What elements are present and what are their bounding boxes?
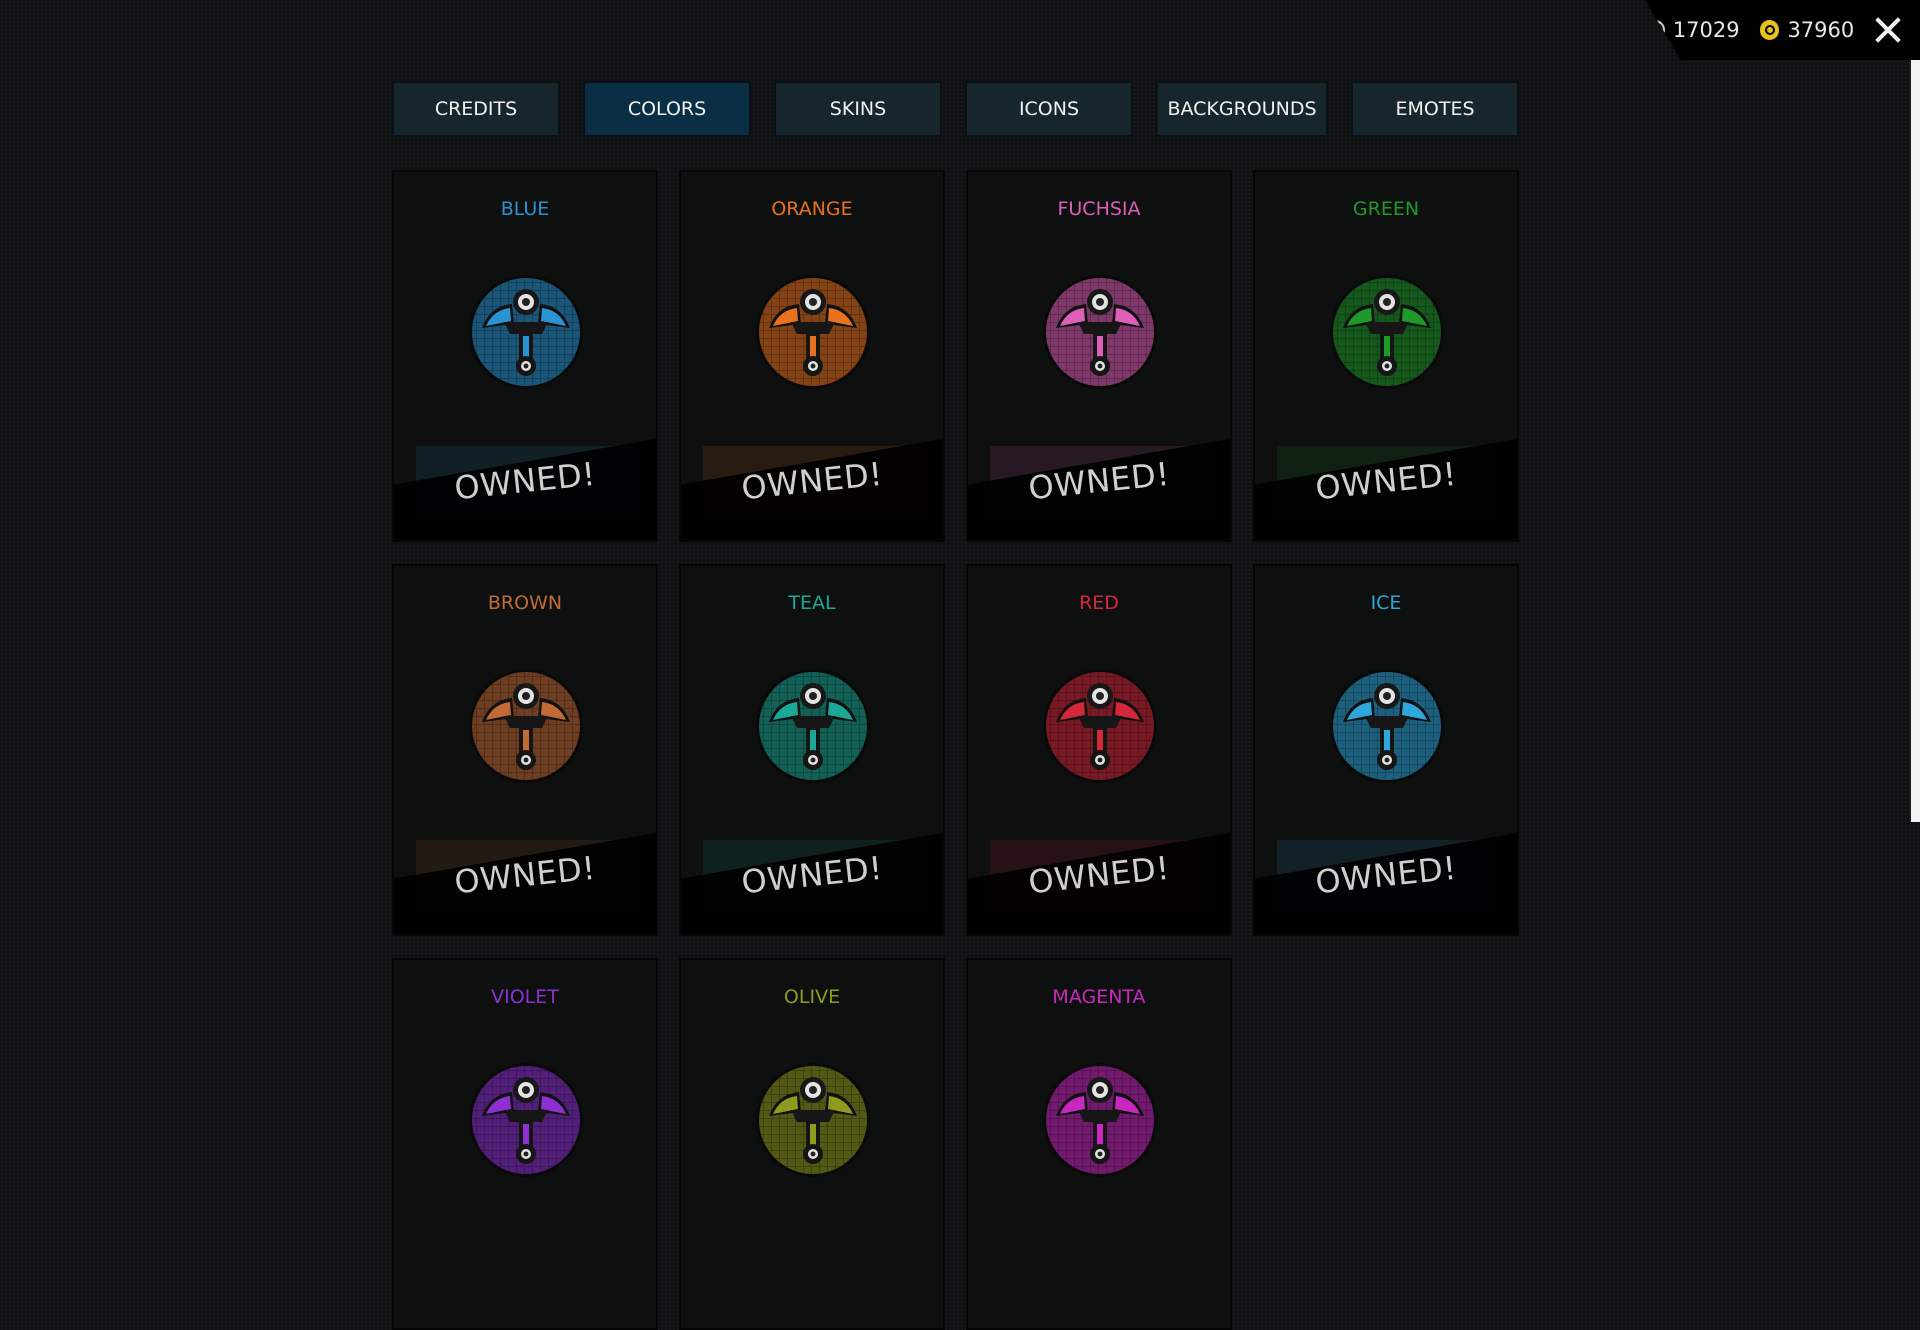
- tab-credits[interactable]: CREDITS: [392, 81, 560, 137]
- color-card-orange[interactable]: ORANGE OWNED!: [679, 170, 945, 542]
- ship-preview-icon: [756, 1063, 870, 1177]
- color-card-olive[interactable]: OLIVE: [679, 958, 945, 1330]
- color-name: GREEN: [1352, 198, 1420, 220]
- color-name: VIOLET: [491, 986, 559, 1008]
- color-card-teal[interactable]: TEAL OWNED!: [679, 564, 945, 936]
- color-card-fuchsia[interactable]: FUCHSIA OWNED!: [966, 170, 1232, 542]
- scrollbar[interactable]: [1909, 60, 1920, 822]
- color-name: FUCHSIA: [1057, 198, 1141, 220]
- color-name: MAGENTA: [1052, 986, 1146, 1008]
- gold-balance: 37960: [1787, 18, 1855, 42]
- ship-preview-icon: [1043, 1063, 1157, 1177]
- color-card-violet[interactable]: VIOLET: [392, 958, 658, 1330]
- color-card-green[interactable]: GREEN OWNED!: [1253, 170, 1519, 542]
- tab-icons[interactable]: ICONS: [965, 81, 1133, 137]
- color-name: BROWN: [487, 592, 563, 614]
- color-card-ice[interactable]: ICE OWNED!: [1253, 564, 1519, 936]
- ship-preview-icon: [1043, 669, 1157, 783]
- ship-preview-icon: [469, 275, 583, 389]
- ship-preview-icon: [1043, 275, 1157, 389]
- ship-preview-icon: [1330, 275, 1444, 389]
- color-name: ORANGE: [771, 198, 853, 220]
- gold-coin-icon: [1759, 20, 1780, 40]
- color-card-red[interactable]: RED OWNED!: [966, 564, 1232, 936]
- color-name: OLIVE: [783, 986, 841, 1008]
- currency-bar: 17029 37960: [1645, 0, 1920, 60]
- tab-skins[interactable]: SKINS: [774, 81, 942, 137]
- silver-coin-icon: [1645, 20, 1665, 40]
- ship-preview-icon: [756, 275, 870, 389]
- tab-backgrounds[interactable]: BACKGROUNDS: [1156, 81, 1328, 137]
- color-card-blue[interactable]: BLUE OWNED!: [392, 170, 658, 542]
- ship-preview-icon: [469, 1063, 583, 1177]
- color-card-magenta[interactable]: MAGENTA: [966, 958, 1232, 1330]
- close-icon[interactable]: [1874, 16, 1902, 44]
- silver-balance: 17029: [1672, 18, 1740, 42]
- color-name: ICE: [1370, 592, 1402, 614]
- tab-colors[interactable]: COLORS: [583, 81, 751, 137]
- ship-preview-icon: [469, 669, 583, 783]
- scrollbar-thumb[interactable]: [1911, 60, 1920, 822]
- ship-preview-icon: [1330, 669, 1444, 783]
- color-name: RED: [1079, 592, 1119, 614]
- color-name: BLUE: [500, 198, 550, 220]
- color-name: TEAL: [788, 592, 836, 614]
- color-card-brown[interactable]: BROWN OWNED!: [392, 564, 658, 936]
- ship-preview-icon: [756, 669, 870, 783]
- tab-emotes[interactable]: EMOTES: [1351, 81, 1519, 137]
